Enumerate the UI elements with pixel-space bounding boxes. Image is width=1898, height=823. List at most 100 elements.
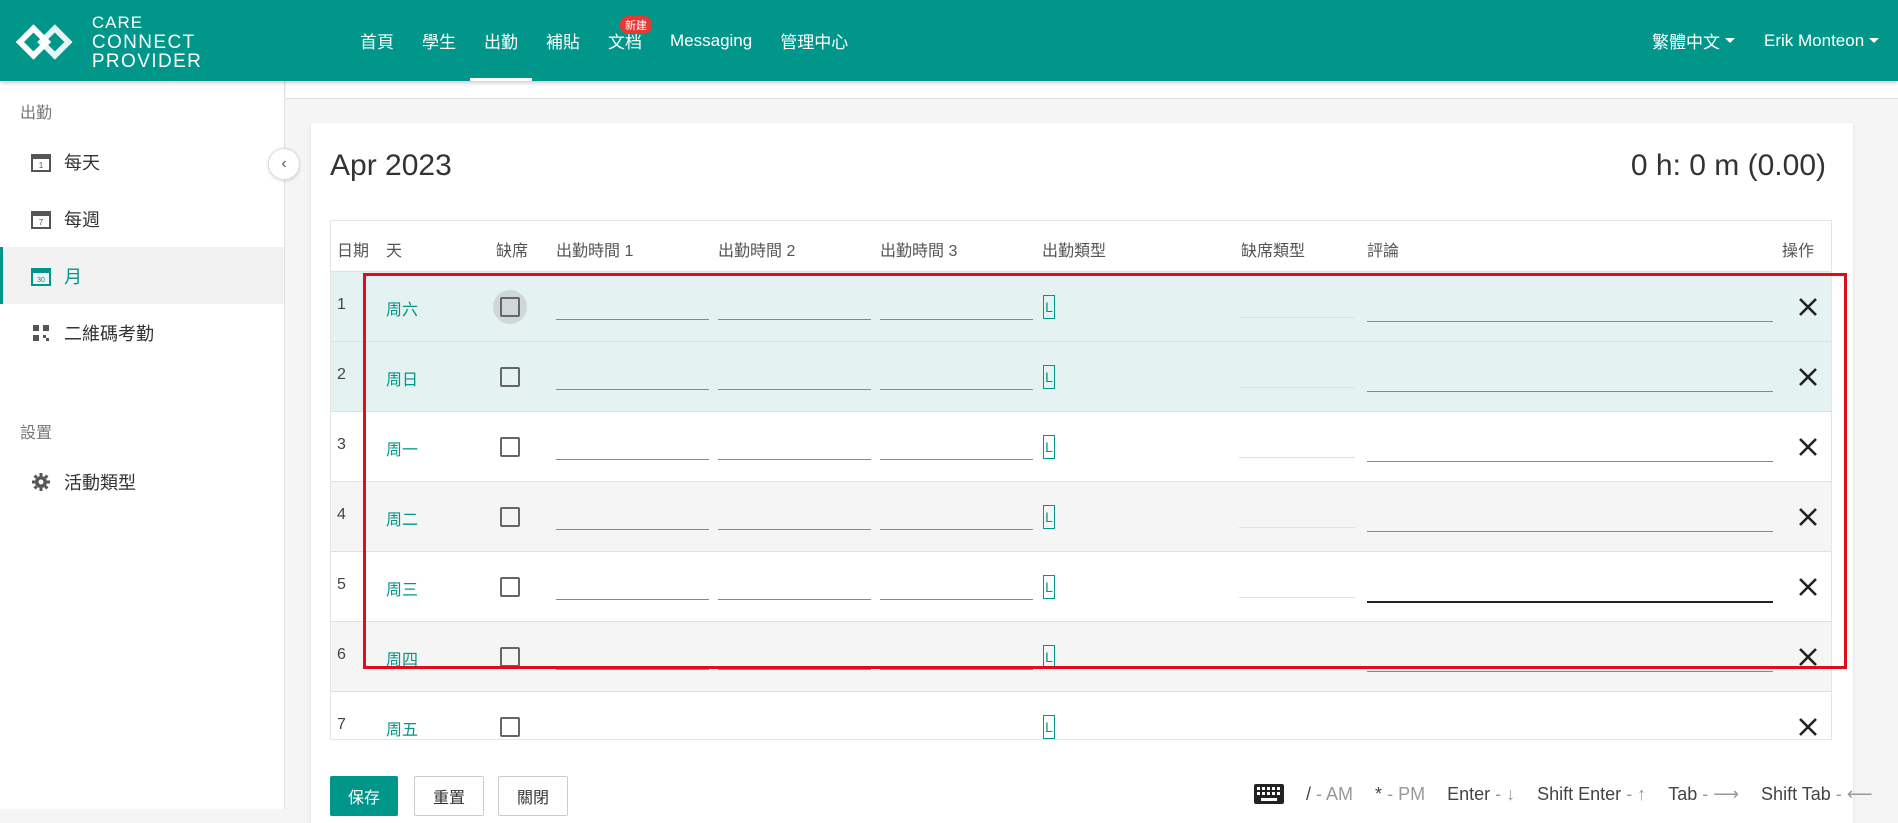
save-button[interactable]: 保存 — [330, 776, 399, 816]
col-type: 出勤類型 — [1042, 243, 1107, 260]
new-badge: 新建 — [620, 16, 652, 34]
row-day-link[interactable]: 周五 — [386, 716, 418, 739]
reset-button[interactable]: 重置 — [414, 776, 485, 816]
attendance-type-tag[interactable]: L — [1043, 645, 1055, 669]
nav-attendance[interactable]: 出勤 — [470, 0, 532, 81]
row-day-link[interactable]: 周二 — [386, 506, 418, 530]
time2-input[interactable] — [718, 599, 871, 600]
comment-input[interactable] — [1367, 461, 1773, 462]
absent-type-field[interactable] — [1239, 597, 1355, 598]
absent-checkbox[interactable] — [500, 437, 520, 457]
sidebar-item-label: 活動類型 — [64, 472, 136, 493]
sidebar-item-label: 每天 — [64, 152, 100, 173]
time2-input[interactable] — [718, 459, 871, 460]
close-icon[interactable] — [1794, 503, 1822, 531]
nav-subsidy[interactable]: 補貼 — [532, 0, 594, 81]
nav-admin-center[interactable]: 管理中心 — [766, 0, 862, 81]
row-day-link[interactable]: 周三 — [386, 576, 418, 600]
time3-input[interactable] — [880, 529, 1033, 530]
attendance-type-tag[interactable]: L — [1043, 365, 1055, 389]
absent-type-field[interactable] — [1239, 317, 1355, 318]
main-nav: 首頁 學生 出勤 補貼 文档 新建 Messaging 管理中心 — [346, 0, 862, 81]
time1-input[interactable] — [556, 669, 709, 670]
absent-type-field[interactable] — [1239, 667, 1355, 668]
nav-messaging[interactable]: Messaging — [656, 0, 766, 81]
shortcut-pm: * - PM — [1375, 783, 1426, 804]
sidebar-item-qr-attendance[interactable]: 二維碼考勤 — [0, 304, 284, 361]
absent-type-field[interactable] — [1239, 457, 1355, 458]
nav-home[interactable]: 首頁 — [346, 0, 408, 81]
time3-input[interactable] — [880, 459, 1033, 460]
user-menu[interactable]: Erik Monteon — [1764, 0, 1880, 81]
row-day-link[interactable]: 周六 — [386, 296, 418, 320]
comment-input[interactable] — [1367, 321, 1773, 322]
sidebar-item-activity-types[interactable]: 活動類型 — [0, 453, 284, 510]
time3-input[interactable] — [880, 389, 1033, 390]
brand-line1: CARE — [91, 12, 144, 32]
row-day-link[interactable]: 周日 — [386, 366, 418, 390]
attendance-type-tag[interactable]: L — [1043, 435, 1055, 459]
time1-input[interactable] — [556, 599, 709, 600]
close-icon[interactable] — [1794, 293, 1822, 321]
keyboard-icon — [1254, 784, 1284, 804]
sidebar-section-attendance: 出勤 — [20, 105, 53, 122]
sidebar-item-monthly[interactable]: 30 月 — [0, 247, 284, 304]
shortcut-tab: Tab - ⟶ — [1668, 783, 1740, 804]
close-icon[interactable] — [1794, 643, 1822, 671]
absent-checkbox[interactable] — [500, 717, 520, 737]
svg-text:30: 30 — [37, 277, 45, 284]
nav-students[interactable]: 學生 — [408, 0, 470, 81]
close-icon[interactable] — [1794, 713, 1822, 740]
language-dropdown[interactable]: 繁體中文 — [1652, 0, 1735, 81]
time2-input[interactable] — [718, 389, 871, 390]
sidebar-section-settings: 設置 — [20, 425, 53, 442]
comment-input[interactable] — [1367, 531, 1773, 532]
nav-documents[interactable]: 文档 新建 — [594, 0, 656, 81]
svg-text:1: 1 — [39, 161, 44, 170]
col-day: 天 — [386, 243, 403, 260]
absent-type-field[interactable] — [1239, 527, 1355, 528]
time1-input[interactable] — [556, 319, 709, 320]
absent-checkbox[interactable] — [500, 577, 520, 597]
time1-input[interactable] — [556, 459, 709, 460]
sidebar-item-daily[interactable]: 1 每天 — [0, 133, 284, 190]
attendance-table: 日期 天 缺席 出勤時間 1 出勤時間 2 出勤時間 3 出勤類型 缺席類型 評… — [330, 220, 1832, 740]
collapse-sidebar-button[interactable]: ‹ — [268, 148, 300, 180]
time2-input[interactable] — [718, 669, 871, 670]
sidebar: 出勤 1 每天 7 每週 30 月 二維碼考勤 設置 活動類型 — [0, 81, 285, 809]
time3-input[interactable] — [880, 669, 1033, 670]
table-row: 7 周五 L — [331, 691, 1831, 740]
time3-input[interactable] — [880, 599, 1033, 600]
table-row: 6 周四 L — [331, 621, 1831, 691]
attendance-type-tag[interactable]: L — [1043, 295, 1055, 319]
absent-type-field[interactable] — [1239, 387, 1355, 388]
attendance-type-tag[interactable]: L — [1043, 715, 1055, 739]
attendance-type-tag[interactable]: L — [1043, 575, 1055, 599]
brand-logo[interactable]: CARE CONNECT PROVIDER — [16, 14, 306, 71]
absent-checkbox[interactable] — [500, 297, 520, 317]
close-button[interactable]: 關閉 — [498, 776, 569, 816]
sidebar-item-weekly[interactable]: 7 每週 — [0, 190, 284, 247]
absent-checkbox[interactable] — [500, 507, 520, 527]
col-comment: 評論 — [1367, 243, 1400, 260]
time3-input[interactable] — [880, 319, 1033, 320]
row-date: 4 — [337, 506, 346, 523]
chevron-down-icon — [1725, 38, 1735, 43]
row-date: 2 — [337, 366, 346, 383]
comment-input[interactable] — [1367, 391, 1773, 392]
absent-checkbox[interactable] — [500, 367, 520, 387]
row-day-link[interactable]: 周四 — [386, 646, 418, 670]
row-day-link[interactable]: 周一 — [386, 436, 418, 460]
absent-checkbox[interactable] — [500, 647, 520, 667]
close-icon[interactable] — [1794, 573, 1822, 601]
time2-input[interactable] — [718, 319, 871, 320]
attendance-type-tag[interactable]: L — [1043, 505, 1055, 529]
close-icon[interactable] — [1794, 433, 1822, 461]
time2-input[interactable] — [718, 529, 871, 530]
comment-input[interactable] — [1367, 671, 1773, 672]
time1-input[interactable] — [556, 389, 709, 390]
table-header: 日期 天 缺席 出勤時間 1 出勤時間 2 出勤時間 3 出勤類型 缺席類型 評… — [331, 221, 1831, 271]
close-icon[interactable] — [1794, 363, 1822, 391]
comment-input[interactable] — [1367, 601, 1773, 603]
time1-input[interactable] — [556, 529, 709, 530]
